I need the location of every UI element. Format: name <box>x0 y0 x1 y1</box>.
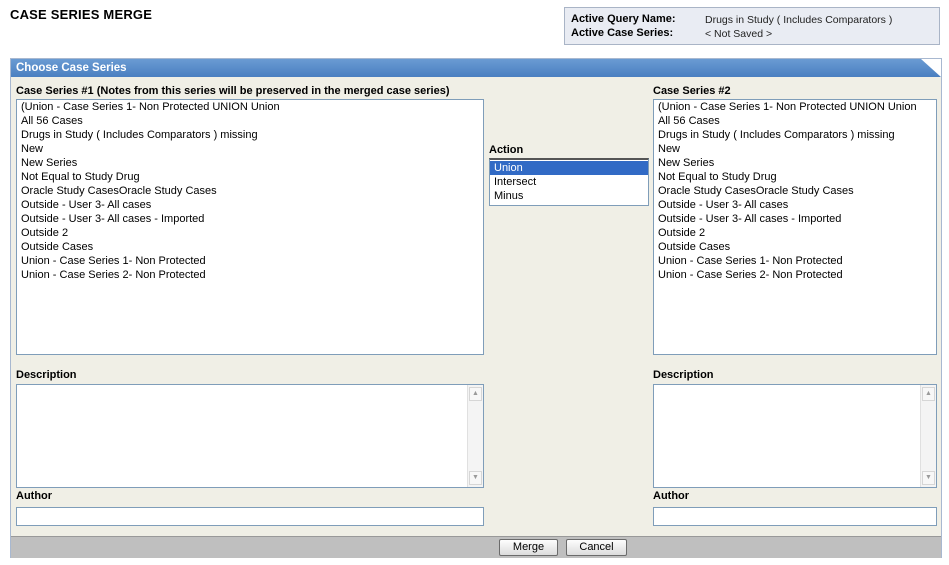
action-list[interactable]: Union Intersect Minus <box>489 158 649 206</box>
active-case-series-value: < Not Saved > <box>705 28 773 40</box>
description-1-label: Description <box>16 369 77 381</box>
list-option[interactable]: Union - Case Series 2- Non Protected <box>654 268 936 282</box>
scroll-down-arrow-icon[interactable]: ▼ <box>922 471 935 485</box>
list-option[interactable]: Outside Cases <box>17 240 483 254</box>
panel-title: Choose Case Series <box>16 62 127 74</box>
list-option[interactable]: (Union - Case Series 1- Non Protected UN… <box>654 100 936 114</box>
author-2-input[interactable] <box>653 507 937 526</box>
page-title: CASE SERIES MERGE <box>10 7 153 22</box>
list-option[interactable]: Union - Case Series 1- Non Protected <box>654 254 936 268</box>
list-option[interactable]: Not Equal to Study Drug <box>654 170 936 184</box>
list-option[interactable]: Outside - User 3- All cases - Imported <box>17 212 483 226</box>
footer-bar: Merge Cancel <box>11 536 941 558</box>
list-option[interactable]: Outside 2 <box>17 226 483 240</box>
author-2-label: Author <box>653 490 690 502</box>
description-2-textarea[interactable]: ▲ ▼ <box>653 384 937 488</box>
list-option[interactable]: Oracle Study CasesOracle Study Cases <box>654 184 936 198</box>
list-option[interactable]: All 56 Cases <box>17 114 483 128</box>
list-option[interactable]: Drugs in Study ( Includes Comparators ) … <box>17 128 483 142</box>
description-2-label: Description <box>653 369 714 381</box>
active-query-name-value: Drugs in Study ( Includes Comparators ) <box>705 14 893 26</box>
author-1-input[interactable] <box>16 507 484 526</box>
active-query-name-label: Active Query Name: <box>571 13 676 25</box>
list-option[interactable]: Minus <box>490 189 648 203</box>
list-option[interactable]: Outside - User 3- All cases <box>654 198 936 212</box>
list-option[interactable]: Union - Case Series 1- Non Protected <box>17 254 483 268</box>
choose-case-series-panel: Choose Case Series Case Series #1 (Notes… <box>10 58 942 558</box>
action-label: Action <box>489 144 524 156</box>
case-series-1-label: Case Series #1 (Notes from this series w… <box>16 85 450 97</box>
list-option[interactable]: Not Equal to Study Drug <box>17 170 483 184</box>
list-option[interactable]: Oracle Study CasesOracle Study Cases <box>17 184 483 198</box>
list-option[interactable]: New <box>654 142 936 156</box>
list-option[interactable]: New Series <box>654 156 936 170</box>
list-option[interactable]: (Union - Case Series 1- Non Protected UN… <box>17 100 483 114</box>
list-option[interactable]: Intersect <box>490 175 648 189</box>
cancel-button[interactable]: Cancel <box>566 539 627 556</box>
list-option[interactable]: Drugs in Study ( Includes Comparators ) … <box>654 128 936 142</box>
scroll-up-arrow-icon[interactable]: ▲ <box>469 387 482 401</box>
list-option[interactable]: Union <box>490 161 648 175</box>
list-option[interactable]: Outside - User 3- All cases <box>17 198 483 212</box>
list-option[interactable]: Outside - User 3- All cases - Imported <box>654 212 936 226</box>
list-option[interactable]: New <box>17 142 483 156</box>
scroll-down-arrow-icon[interactable]: ▼ <box>469 471 482 485</box>
list-option[interactable]: Outside Cases <box>654 240 936 254</box>
merge-button[interactable]: Merge <box>499 539 558 556</box>
description-1-textarea[interactable]: ▲ ▼ <box>16 384 484 488</box>
description-2-scrollbar[interactable]: ▲ ▼ <box>920 385 936 487</box>
list-option[interactable]: New Series <box>17 156 483 170</box>
case-series-2-label: Case Series #2 <box>653 85 731 97</box>
panel-header: Choose Case Series <box>11 59 941 77</box>
list-option[interactable]: Outside 2 <box>654 226 936 240</box>
author-1-label: Author <box>16 490 53 502</box>
list-option[interactable]: Union - Case Series 2- Non Protected <box>17 268 483 282</box>
scroll-up-arrow-icon[interactable]: ▲ <box>922 387 935 401</box>
case-series-2-list[interactable]: (Union - Case Series 1- Non Protected UN… <box>653 99 937 355</box>
description-1-scrollbar[interactable]: ▲ ▼ <box>467 385 483 487</box>
active-query-info: Active Query Name: Drugs in Study ( Incl… <box>564 7 940 45</box>
list-option[interactable]: All 56 Cases <box>654 114 936 128</box>
active-case-series-label: Active Case Series: <box>571 27 674 39</box>
panel-corner-decoration <box>921 59 941 77</box>
case-series-1-list[interactable]: (Union - Case Series 1- Non Protected UN… <box>16 99 484 355</box>
